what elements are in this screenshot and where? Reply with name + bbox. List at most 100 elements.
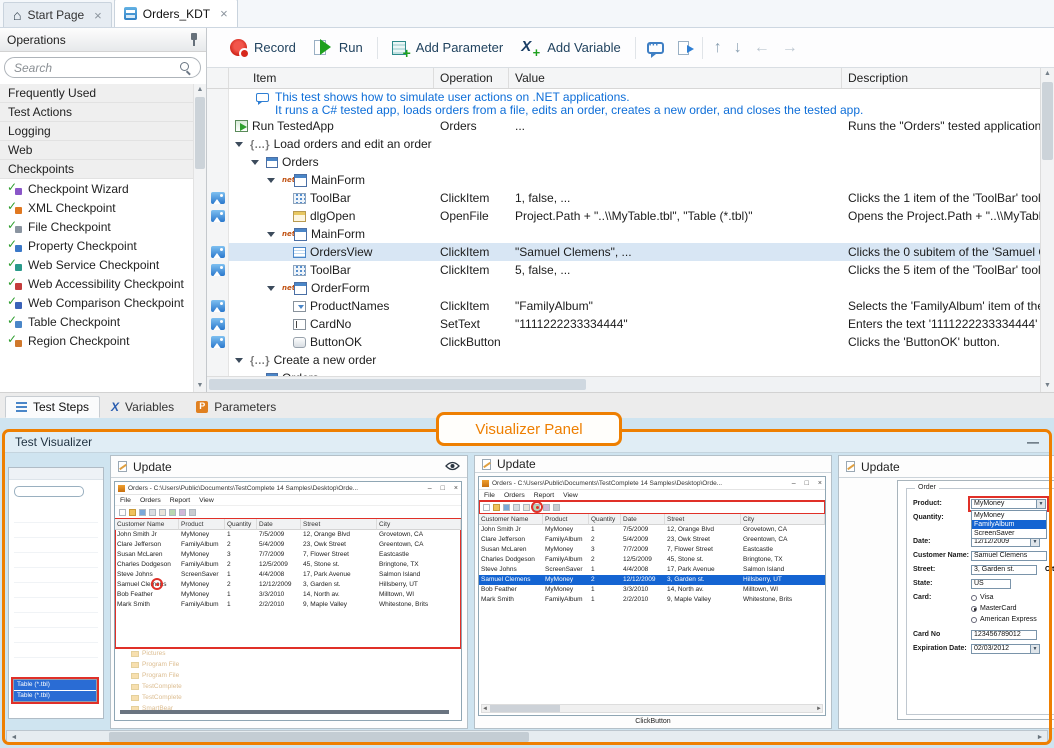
test-step-row-orderform[interactable]: OrderForm: [207, 279, 1040, 297]
scroll-down-icon[interactable]: ▼: [194, 380, 206, 392]
test-step-row-toolbar[interactable]: ToolBarClickItem5, false, ...Clicks the …: [207, 261, 1040, 279]
tab-test-steps[interactable]: Test Steps: [5, 396, 100, 418]
scroll-up-icon[interactable]: ▲: [1041, 68, 1054, 80]
operation-item-table-checkpoint[interactable]: Table Checkpoint: [0, 312, 193, 331]
step-description-cell: Clicks the 1 item of the 'ToolBar' toolb…: [842, 191, 1040, 205]
tab-start-page[interactable]: ⌂Start Page×: [3, 2, 112, 27]
expand-arrow-icon[interactable]: [267, 178, 275, 183]
scrollbar-thumb[interactable]: [209, 379, 586, 390]
cell: 1: [225, 600, 257, 610]
visualizer-thumbnail-1[interactable]: Update Orders - C:\Users\Public\Document…: [110, 455, 468, 729]
expand-arrow-icon[interactable]: [235, 142, 243, 147]
scrollbar-thumb[interactable]: [195, 97, 205, 169]
move-left-icon[interactable]: ←: [748, 39, 776, 57]
operation-item-checkpoint-wizard[interactable]: Checkpoint Wizard: [0, 179, 193, 198]
category-test-actions[interactable]: Test Actions: [0, 103, 193, 122]
cell: Hillsberry, UT: [377, 580, 461, 590]
test-step-row-ordersview[interactable]: OrdersViewClickItem"Samuel Clemens", ...…: [207, 243, 1040, 261]
category-web[interactable]: Web: [0, 141, 193, 160]
scroll-right-icon[interactable]: ►: [1033, 734, 1047, 741]
expand-arrow-icon[interactable]: [251, 160, 259, 165]
test-step-row-orders[interactable]: Orders: [207, 153, 1040, 171]
test-step-row-create-a-new-order[interactable]: Create a new order: [207, 351, 1040, 369]
scroll-down-icon[interactable]: ▼: [1041, 380, 1054, 392]
search-input[interactable]: Search: [4, 57, 201, 78]
test-step-row-buttonok[interactable]: ButtonOKClickButtonClicks the 'ButtonOK'…: [207, 333, 1040, 351]
pin-icon[interactable]: [189, 33, 199, 46]
property-checkpoint-icon: [7, 239, 22, 252]
tab-orders-kdt[interactable]: Orders_KDT×: [114, 0, 238, 27]
visualizer-thumbnail-partial[interactable]: Table (*.tbl)Table (*.tbl): [8, 467, 104, 719]
close-tab-icon[interactable]: ×: [94, 8, 102, 23]
tab-parameters[interactable]: Parameters: [185, 396, 287, 418]
tab-variables[interactable]: Variables: [100, 396, 185, 418]
file-checkpoint-icon: [7, 220, 22, 233]
move-down-icon[interactable]: ↓: [728, 39, 748, 57]
test-step-row-orders[interactable]: Orders: [207, 369, 1040, 376]
eye-icon[interactable]: [445, 460, 460, 474]
category-logging[interactable]: Logging: [0, 122, 193, 141]
operation-item-xml-checkpoint[interactable]: XML Checkpoint: [0, 198, 193, 217]
scrollbar-track[interactable]: [21, 731, 1033, 743]
move-up-icon[interactable]: ↑: [708, 39, 728, 57]
test-step-row-cardno[interactable]: CardNoSetText"1111222233334444"Enters th…: [207, 315, 1040, 333]
steps-vertical-scrollbar[interactable]: ▲ ▼: [1040, 68, 1054, 392]
category-checkpoints[interactable]: Checkpoints: [0, 160, 193, 179]
toolbar-icon: [293, 193, 306, 204]
operation-item-label: Checkpoint Wizard: [28, 182, 129, 196]
minimize-panel-button[interactable]: —: [1027, 435, 1039, 449]
test-step-row-run-testedapp[interactable]: Run TestedAppOrders...Runs the "Orders" …: [207, 117, 1040, 135]
row-gutter: [207, 315, 229, 333]
orders-grid-row: Clare JeffersonFamilyAlbum25/4/200923, O…: [115, 540, 461, 550]
cell: 2: [589, 535, 621, 545]
test-step-row-mainform[interactable]: MainForm: [207, 225, 1040, 243]
step-item-label: ProductNames: [310, 299, 389, 313]
test-step-row-toolbar[interactable]: ToolBarClickItem1, false, ...Clicks the …: [207, 189, 1040, 207]
close-tab-icon[interactable]: ×: [220, 6, 228, 21]
test-step-row-mainform[interactable]: MainForm: [207, 171, 1040, 189]
orders-grid-row: Charles DodgesonFamilyAlbum212/5/200945,…: [479, 555, 825, 565]
orders-window-title: Orders - C:\Users\Public\Documents\TestC…: [492, 480, 783, 487]
expand-arrow-icon[interactable]: [267, 286, 275, 291]
expand-arrow-icon[interactable]: [267, 232, 275, 237]
visualizer-thumbnail-2[interactable]: Update Orders - C:\Users\Public\Document…: [474, 455, 832, 729]
category-frequently-used[interactable]: Frequently Used: [0, 84, 193, 103]
steps-horizontal-scrollbar[interactable]: [207, 376, 1040, 392]
visualizer-thumbnail-3[interactable]: Update OrderProduct:MyMoney▼MyMoneyFamil…: [838, 455, 1054, 729]
move-right-icon[interactable]: →: [776, 39, 804, 57]
run-selected-icon[interactable]: [678, 41, 689, 55]
scroll-left-icon[interactable]: ◄: [7, 734, 21, 741]
operation-item-file-checkpoint[interactable]: File Checkpoint: [0, 217, 193, 236]
scrollbar-thumb[interactable]: [1042, 82, 1053, 160]
add-variable-button[interactable]: Add Variable: [512, 33, 629, 63]
test-step-row-productnames[interactable]: ProductNamesClickItem"FamilyAlbum"Select…: [207, 297, 1040, 315]
scrollbar-thumb[interactable]: [109, 732, 529, 742]
step-item-cell: OrderForm: [229, 281, 434, 295]
visualizer-scrollbar[interactable]: ◄ ►: [6, 730, 1048, 744]
operation-item-region-checkpoint[interactable]: Region Checkpoint: [0, 331, 193, 350]
comment-icon[interactable]: [647, 42, 664, 54]
operations-scrollbar[interactable]: ▲ ▼: [193, 84, 206, 392]
record-button[interactable]: Record: [221, 33, 305, 63]
step-item-label: MainForm: [311, 173, 365, 187]
run-button[interactable]: Run: [305, 33, 372, 63]
operation-item-web-accessibility-checkpoint[interactable]: Web Accessibility Checkpoint: [0, 274, 193, 293]
thumbnail-title: Update: [497, 457, 536, 471]
toolbar-icon: [513, 504, 520, 511]
test-step-row-comment[interactable]: This test shows how to simulate user act…: [207, 89, 1040, 117]
test-step-row-load-orders-and-edit-an-order[interactable]: Load orders and edit an order: [207, 135, 1040, 153]
cell: 4/4/2008: [621, 565, 665, 575]
operation-item-web-comparison-checkpoint[interactable]: Web Comparison Checkpoint: [0, 293, 193, 312]
operation-item-label: Region Checkpoint: [28, 334, 129, 348]
folder-item: TestComplete: [115, 681, 461, 692]
operation-item-property-checkpoint[interactable]: Property Checkpoint: [0, 236, 193, 255]
operation-item-web-service-checkpoint[interactable]: Web Service Checkpoint: [0, 255, 193, 274]
add-parameter-button[interactable]: Add Parameter: [383, 33, 512, 63]
card-no-field-row: Card No123456789012: [913, 630, 1054, 640]
step-item-label: MainForm: [311, 227, 365, 241]
test-step-row-dlgopen[interactable]: dlgOpenOpenFileProject.Path + "..\\MyTab…: [207, 207, 1040, 225]
folder-label: TestComplete: [142, 694, 182, 701]
step-item-label: Load orders and edit an order: [274, 137, 432, 151]
scroll-up-icon[interactable]: ▲: [194, 84, 206, 96]
expand-arrow-icon[interactable]: [235, 358, 243, 363]
